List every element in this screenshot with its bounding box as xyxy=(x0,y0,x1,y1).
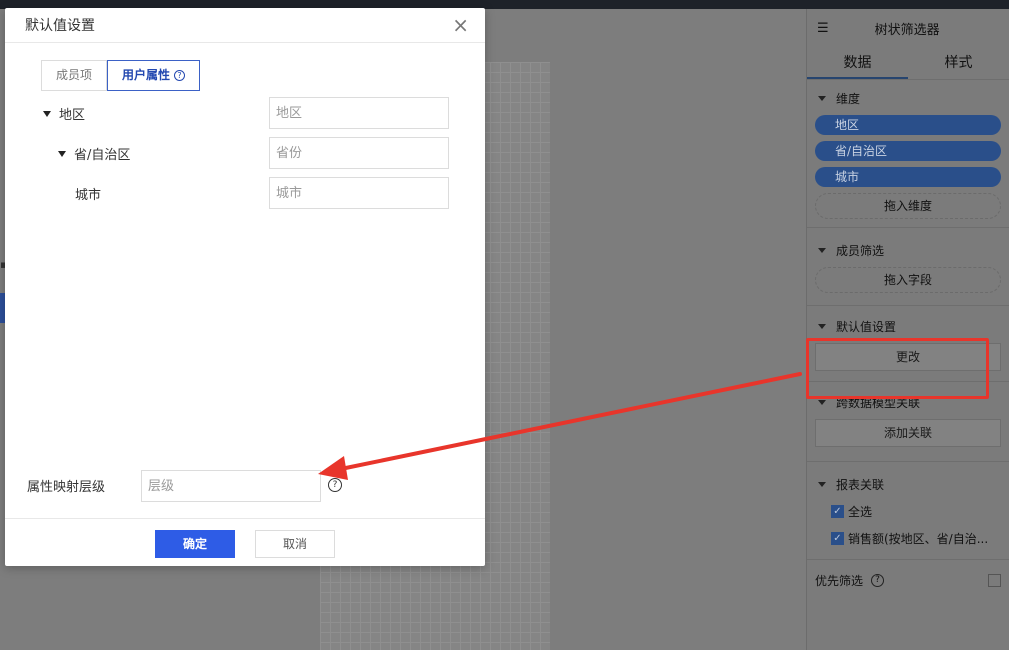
tree-node-province[interactable]: 省/自治区 xyxy=(58,144,130,163)
collapse-triangle-icon xyxy=(818,482,826,487)
member-filter-section: 成员筛选 拖入字段 xyxy=(807,228,1009,306)
priority-filter-row: 优先筛选 ? xyxy=(807,560,1009,601)
dimension-drop-zone[interactable]: 拖入维度 xyxy=(815,193,1001,219)
dialog-footer: 确定 取消 xyxy=(5,518,485,566)
dimension-section: 维度 地区 省/自治区 城市 拖入维度 xyxy=(807,80,1009,228)
collapse-triangle-icon xyxy=(818,400,826,405)
collapse-triangle-icon xyxy=(818,248,826,253)
expand-triangle-icon[interactable] xyxy=(58,150,66,157)
help-icon[interactable]: ? xyxy=(174,70,186,81)
dialog-header: 默认值设置 xyxy=(5,8,485,43)
panel-title: 树状筛选器 xyxy=(874,23,940,38)
tab-data[interactable]: 数据 xyxy=(807,48,908,79)
tab-user-attribute[interactable]: 用户属性 ? xyxy=(107,60,201,91)
default-value-header[interactable]: 默认值设置 xyxy=(815,318,1001,335)
default-value-title: 默认值设置 xyxy=(836,320,897,334)
dialog-title: 默认值设置 xyxy=(25,18,95,34)
panel-tabs: 数据 样式 xyxy=(807,48,1009,80)
help-icon[interactable]: ? xyxy=(328,478,342,492)
priority-filter-checkbox[interactable] xyxy=(988,574,1001,587)
confirm-button[interactable]: 确定 xyxy=(155,530,235,558)
dimension-title: 维度 xyxy=(836,92,861,106)
member-filter-title: 成员筛选 xyxy=(836,244,885,258)
select-all-label: 全选 xyxy=(848,505,873,519)
tab-style[interactable]: 样式 xyxy=(908,48,1009,79)
dimension-section-header[interactable]: 维度 xyxy=(815,90,1001,107)
dimension-field-province[interactable]: 省/自治区 xyxy=(815,141,1001,161)
default-value-dialog: 默认值设置 × 成员项 用户属性 ? 地区 省/自治区 城市 属性映射层级 ? … xyxy=(5,8,485,566)
check-icon[interactable]: ✓ xyxy=(831,532,844,545)
region-attribute-input[interactable] xyxy=(269,97,449,129)
highlight-box xyxy=(806,338,989,399)
city-attribute-input[interactable] xyxy=(269,177,449,209)
tab-user-attribute-label: 用户属性 xyxy=(122,68,171,82)
collapse-triangle-icon xyxy=(818,96,826,101)
tab-member-item[interactable]: 成员项 xyxy=(41,60,108,91)
check-icon[interactable]: ✓ xyxy=(831,505,844,518)
add-association-button[interactable]: 添加关联 xyxy=(815,419,1001,447)
collapse-triangle-icon xyxy=(818,324,826,329)
report-link-header[interactable]: 报表关联 xyxy=(815,476,1001,493)
tree-filter-panel: ☰ 树状筛选器 数据 样式 维度 地区 省/自治区 城市 拖入维度 成员筛选 拖… xyxy=(806,9,1009,650)
report-item-checkbox-row[interactable]: ✓ 销售额(按地区、省/自治... xyxy=(831,530,1001,547)
dialog-tabs: 成员项 用户属性 ? xyxy=(41,60,201,91)
select-all-checkbox-row[interactable]: ✓ 全选 xyxy=(831,503,1001,520)
tree-node-province-label: 省/自治区 xyxy=(74,148,131,163)
collapse-panel-icon[interactable]: ☰ xyxy=(817,21,829,36)
mapping-level-label: 属性映射层级 xyxy=(27,480,106,495)
tree-node-region-label: 地区 xyxy=(59,108,86,123)
dimension-field-city[interactable]: 城市 xyxy=(815,167,1001,187)
province-attribute-input[interactable] xyxy=(269,137,449,169)
tree-node-city-label: 城市 xyxy=(75,188,102,203)
panel-header: ☰ 树状筛选器 xyxy=(807,9,1009,48)
cancel-button[interactable]: 取消 xyxy=(255,530,335,558)
report-link-section: 报表关联 ✓ 全选 ✓ 销售额(按地区、省/自治... xyxy=(807,462,1009,560)
help-icon[interactable]: ? xyxy=(871,574,885,587)
close-icon[interactable]: × xyxy=(452,14,469,36)
tree-node-city[interactable]: 城市 xyxy=(75,184,101,203)
report-link-title: 报表关联 xyxy=(836,478,885,492)
tree-node-region[interactable]: 地区 xyxy=(43,104,85,123)
report-item-label: 销售额(按地区、省/自治... xyxy=(848,532,989,546)
mapping-level-input[interactable] xyxy=(141,470,321,502)
dimension-field-region[interactable]: 地区 xyxy=(815,115,1001,135)
member-filter-header[interactable]: 成员筛选 xyxy=(815,242,1001,259)
member-filter-drop-zone[interactable]: 拖入字段 xyxy=(815,267,1001,293)
expand-triangle-icon[interactable] xyxy=(43,110,51,117)
priority-filter-label: 优先筛选 xyxy=(815,574,864,588)
